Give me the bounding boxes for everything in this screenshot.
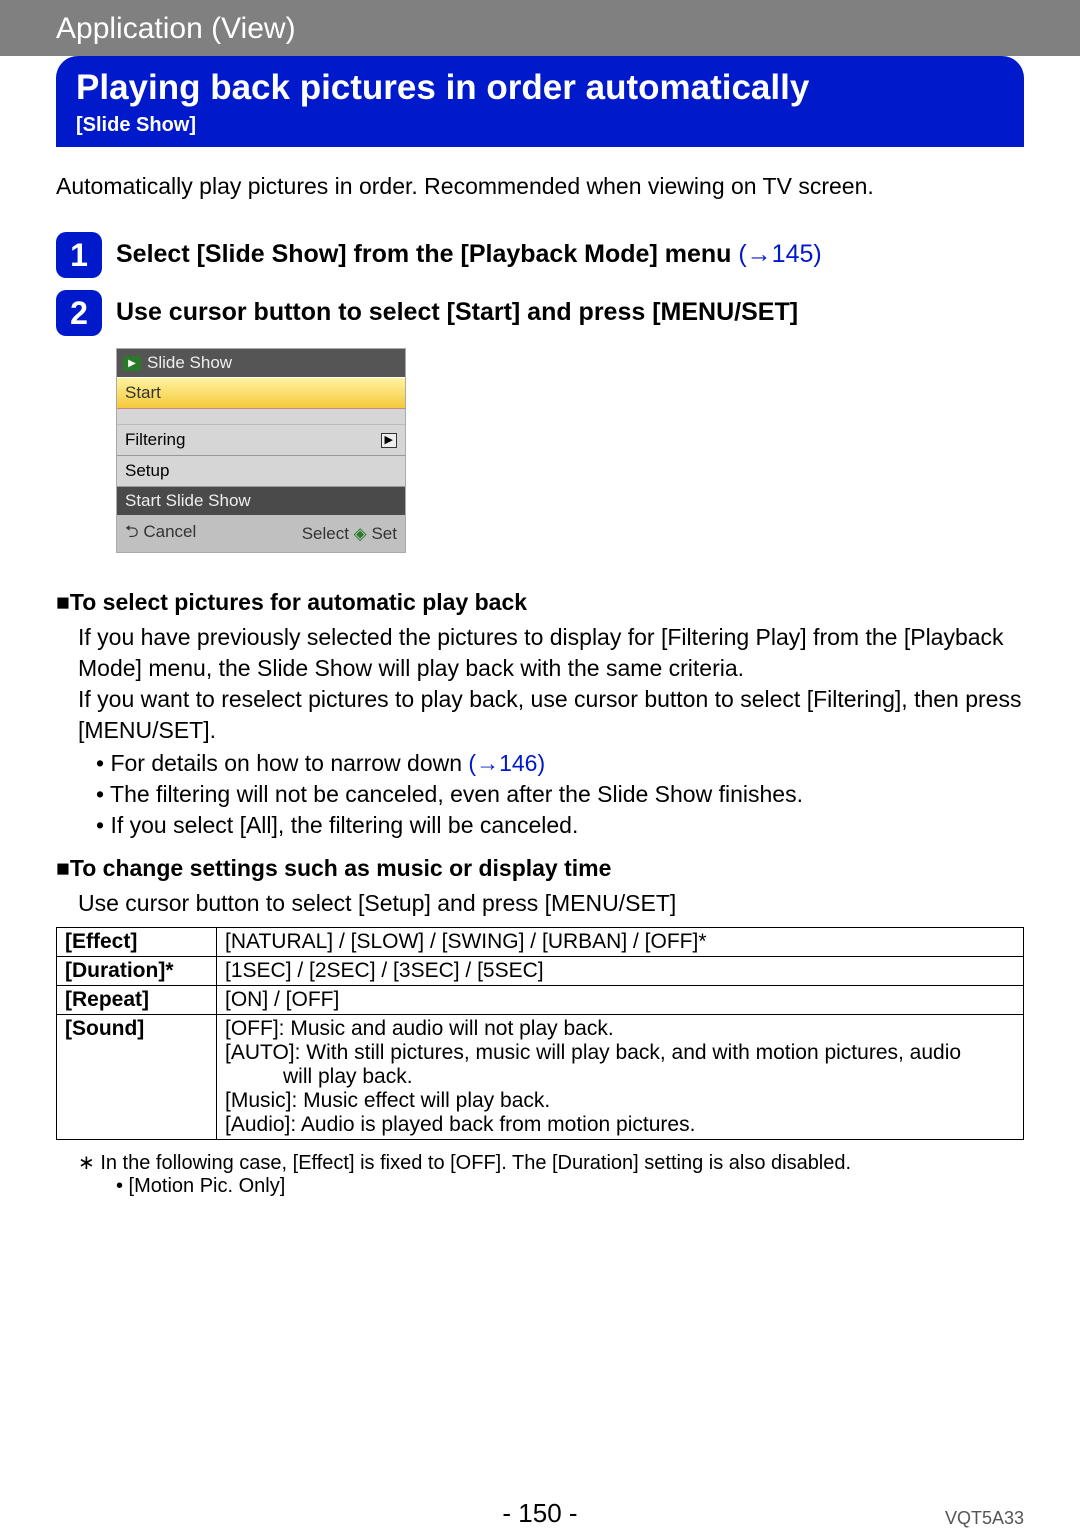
table-row: [Effect] [NATURAL] / [SLOW] / [SWING] / … [57, 928, 1024, 957]
title-block: Playing back pictures in order automatic… [56, 56, 1024, 147]
play-icon: ▶ [123, 356, 141, 371]
cam-menu-status: Start Slide Show [117, 487, 405, 515]
cam-menu-start[interactable]: Start [117, 377, 405, 409]
cam-menu-title: ▶ Slide Show [117, 349, 405, 377]
settings-table: [Effect] [NATURAL] / [SLOW] / [SWING] / … [56, 927, 1024, 1140]
footnote-sub: • [Motion Pic. Only] [116, 1175, 1024, 1198]
camera-menu-screenshot: ▶ Slide Show Start Filtering ▶ Setup Sta… [116, 348, 1024, 553]
intro-text: Automatically play pictures in order. Re… [56, 171, 1024, 202]
breadcrumb: Application (View) [0, 0, 1080, 56]
table-row: [Repeat] [ON] / [OFF] [57, 986, 1024, 1015]
section-heading-select: ■To select pictures for automatic play b… [56, 589, 1024, 616]
page-title: Playing back pictures in order automatic… [76, 68, 1004, 108]
page-subtitle: [Slide Show] [76, 114, 1004, 137]
bullet: • The filtering will not be canceled, ev… [96, 779, 1024, 810]
bullet: • If you select [All], the filtering wil… [96, 810, 1024, 841]
chevron-right-icon: ▶ [381, 433, 397, 448]
step-number-icon: 1 [56, 232, 102, 278]
step-2: 2 Use cursor button to select [Start] an… [56, 290, 1024, 336]
cam-menu-filtering[interactable]: Filtering ▶ [117, 425, 405, 456]
step-1: 1 Select [Slide Show] from the [Playback… [56, 232, 1024, 278]
page-content: Playing back pictures in order automatic… [0, 56, 1080, 1228]
footnote: ∗ In the following case, [Effect] is fix… [78, 1150, 1024, 1175]
page-footer: - 150 - VQT5A33 [0, 1498, 1080, 1529]
link-146[interactable]: (→146) [468, 750, 545, 776]
page-number: - 150 - [502, 1498, 577, 1528]
link-145[interactable]: (→145) [738, 240, 821, 268]
set-icon: ◈ [354, 524, 367, 543]
bullet: • For details on how to narrow down (→14… [96, 748, 1024, 779]
section-para: Use cursor button to select [Setup] and … [78, 888, 1024, 919]
step-number-icon: 2 [56, 290, 102, 336]
step-2-text: Use cursor button to select [Start] and … [116, 290, 798, 330]
cam-menu-footer: ⮌ Cancel Select ◈ Set [117, 515, 405, 552]
table-row: [Sound] [OFF]: Music and audio will not … [57, 1015, 1024, 1140]
document-id: VQT5A33 [945, 1508, 1024, 1529]
table-row: [Duration]* [1SEC] / [2SEC] / [3SEC] / [… [57, 957, 1024, 986]
step-1-text: Select [Slide Show] from the [Playback M… [116, 232, 822, 272]
section-para: If you have previously selected the pict… [78, 622, 1024, 746]
back-arrow-icon: ⮌ [125, 522, 139, 541]
cam-menu-setup[interactable]: Setup [117, 456, 405, 487]
section-heading-settings: ■To change settings such as music or dis… [56, 855, 1024, 882]
